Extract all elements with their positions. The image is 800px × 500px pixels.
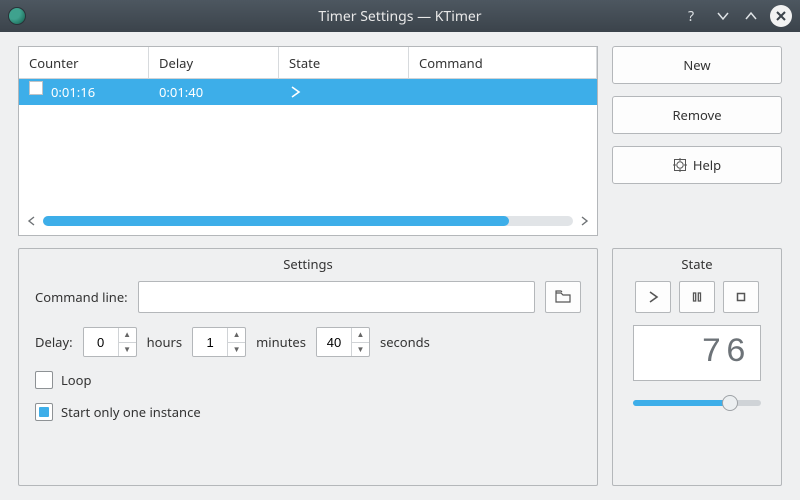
loop-row: Loop xyxy=(35,371,581,389)
command-line-label: Command line: xyxy=(35,288,128,306)
delay-label: Delay: xyxy=(35,333,73,351)
hours-spinbox[interactable]: ▲▼ xyxy=(83,327,137,357)
table-header: Counter Delay State Command xyxy=(19,47,597,79)
single-instance-checkbox[interactable] xyxy=(35,403,53,421)
browse-button[interactable] xyxy=(545,281,581,313)
minutes-down-icon[interactable]: ▼ xyxy=(228,343,245,357)
pause-button[interactable] xyxy=(679,281,715,313)
remove-button[interactable]: Remove xyxy=(612,96,782,134)
hours-label: hours xyxy=(147,333,183,351)
single-instance-label: Start only one instance xyxy=(61,403,201,421)
folder-icon xyxy=(555,290,571,304)
th-state[interactable]: State xyxy=(279,47,409,78)
bottom-row: Settings Command line: Delay: ▲▼ xyxy=(18,248,782,486)
minutes-up-icon[interactable]: ▲ xyxy=(228,328,245,343)
hours-input[interactable] xyxy=(84,328,118,356)
th-counter[interactable]: Counter xyxy=(19,47,149,78)
cell-delay: 0:01:40 xyxy=(149,83,279,101)
row-checkbox-cell[interactable] xyxy=(19,89,41,95)
slider-thumb[interactable] xyxy=(722,395,738,411)
minimize-icon[interactable] xyxy=(714,7,732,25)
seconds-down-icon[interactable]: ▼ xyxy=(352,343,369,357)
scroll-thumb[interactable] xyxy=(43,216,509,226)
table-body: 0:01:16 0:01:40 xyxy=(19,79,597,211)
minutes-spinbox[interactable]: ▲▼ xyxy=(192,327,246,357)
command-line-row: Command line: xyxy=(35,281,581,313)
slider-track[interactable] xyxy=(633,400,761,406)
state-buttons xyxy=(635,281,759,313)
maximize-icon[interactable] xyxy=(742,7,760,25)
seconds-spinbox[interactable]: ▲▼ xyxy=(316,327,370,357)
state-legend: State xyxy=(613,255,781,273)
help-hint-icon[interactable]: ? xyxy=(686,7,704,25)
table-row[interactable]: 0:01:16 0:01:40 xyxy=(19,79,597,105)
close-icon[interactable] xyxy=(770,5,792,27)
window-controls: ? xyxy=(686,5,792,27)
new-button[interactable]: New xyxy=(612,46,782,84)
stop-icon xyxy=(735,291,747,303)
timer-table: Counter Delay State Command 0:01:16 0:01… xyxy=(18,46,598,236)
play-icon xyxy=(289,86,301,98)
minutes-input[interactable] xyxy=(193,328,227,356)
minutes-label: minutes xyxy=(256,333,306,351)
help-button[interactable]: Help xyxy=(612,146,782,184)
scroll-track[interactable] xyxy=(43,216,573,226)
state-group: State 76 xyxy=(612,248,782,486)
seconds-input[interactable] xyxy=(317,328,351,356)
start-button[interactable] xyxy=(635,281,671,313)
command-line-input[interactable] xyxy=(138,281,535,313)
countdown-display: 76 xyxy=(633,325,761,381)
seconds-up-icon[interactable]: ▲ xyxy=(352,328,369,343)
progress-slider[interactable] xyxy=(633,393,761,413)
content-area: Counter Delay State Command 0:01:16 0:01… xyxy=(0,32,800,500)
svg-text:?: ? xyxy=(688,9,694,23)
new-button-label: New xyxy=(683,56,710,74)
action-buttons: New Remove Help xyxy=(612,46,782,236)
window: Timer Settings — KTimer ? Counter Delay xyxy=(0,0,800,500)
slider-fill xyxy=(633,400,730,406)
th-command[interactable]: Command xyxy=(409,47,597,78)
help-icon xyxy=(673,158,687,172)
stop-button[interactable] xyxy=(723,281,759,313)
settings-group: Settings Command line: Delay: ▲▼ xyxy=(18,248,598,486)
seconds-label: seconds xyxy=(380,333,430,351)
cell-counter: 0:01:16 xyxy=(41,83,149,101)
th-delay[interactable]: Delay xyxy=(149,47,279,78)
pause-icon xyxy=(691,291,703,303)
hours-up-icon[interactable]: ▲ xyxy=(119,328,136,343)
app-icon xyxy=(8,7,26,25)
cell-state xyxy=(279,86,409,98)
delay-row: Delay: ▲▼ hours ▲▼ minutes ▲▼ xyxy=(35,327,581,357)
titlebar[interactable]: Timer Settings — KTimer ? xyxy=(0,0,800,32)
hours-down-icon[interactable]: ▼ xyxy=(119,343,136,357)
help-button-label: Help xyxy=(693,156,721,174)
single-instance-row: Start only one instance xyxy=(35,403,581,421)
play-icon xyxy=(647,291,659,303)
window-title: Timer Settings — KTimer xyxy=(0,7,800,26)
settings-legend: Settings xyxy=(19,255,597,273)
scroll-left-icon[interactable] xyxy=(27,216,37,226)
scroll-right-icon[interactable] xyxy=(579,216,589,226)
horizontal-scrollbar[interactable] xyxy=(19,211,597,235)
loop-label: Loop xyxy=(61,371,92,389)
remove-button-label: Remove xyxy=(672,106,721,124)
loop-checkbox[interactable] xyxy=(35,371,53,389)
top-row: Counter Delay State Command 0:01:16 0:01… xyxy=(18,46,782,236)
